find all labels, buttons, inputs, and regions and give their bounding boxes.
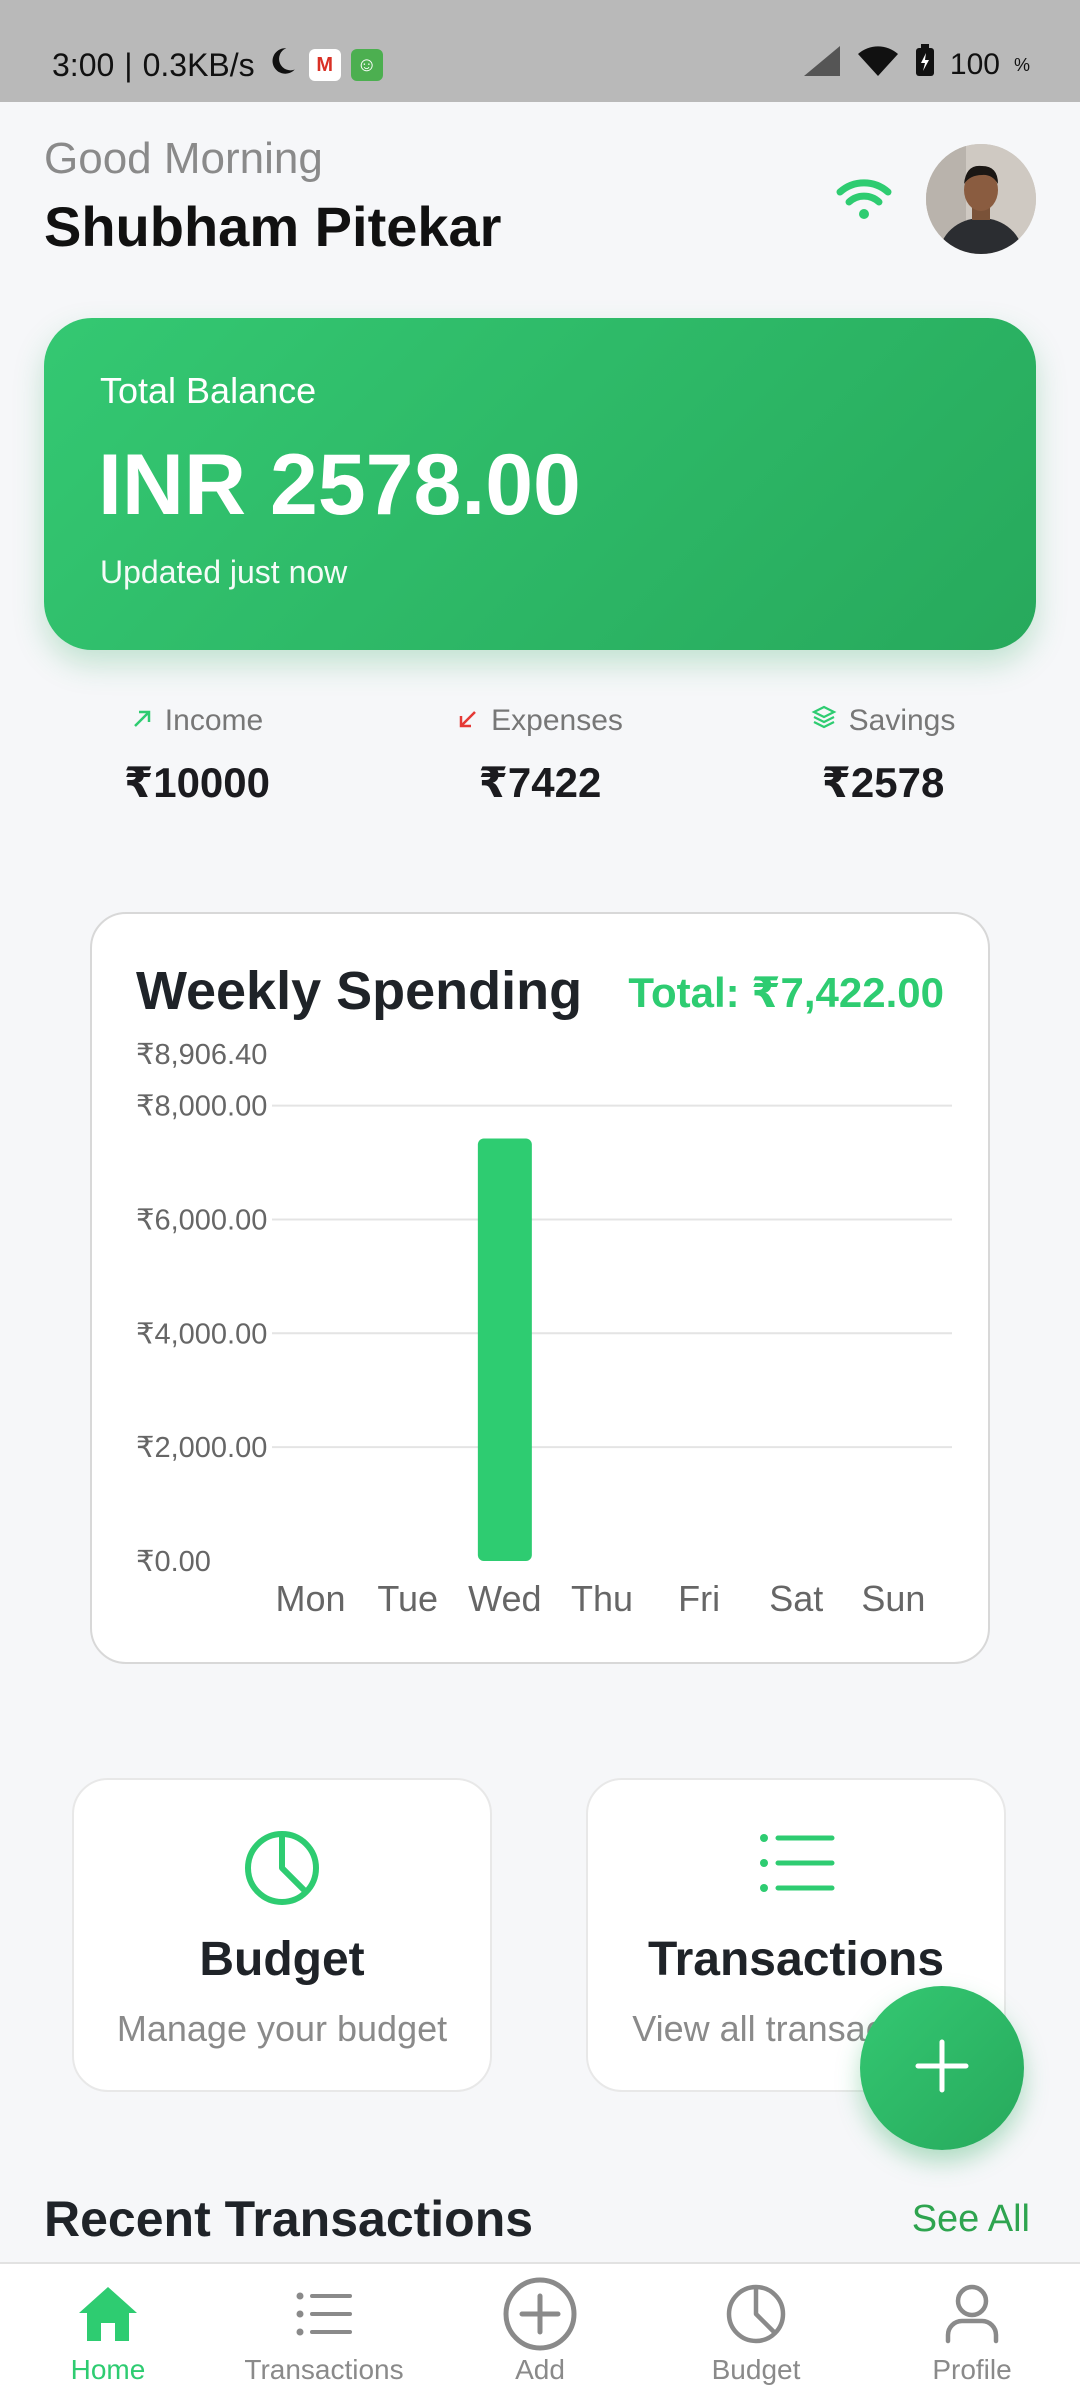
- battery-icon: [914, 44, 936, 86]
- income-stat: Income ₹10000: [32, 704, 362, 807]
- expenses-value: ₹7422: [478, 759, 602, 806]
- nav-add-label: Add: [515, 2354, 565, 2385]
- x-tick-label: Sat: [769, 1578, 823, 1619]
- savings-stat: Savings ₹2578: [718, 704, 1048, 807]
- x-tick-label: Wed: [468, 1578, 541, 1619]
- nav-profile[interactable]: Profile: [864, 2264, 1080, 2400]
- balance-updated: Updated just now: [100, 554, 348, 590]
- status-time: 3:00: [52, 46, 115, 83]
- x-tick-label: Tue: [377, 1578, 438, 1619]
- bottom-nav: Home Transactions Add Budget Profile: [0, 2262, 1080, 2400]
- gmail-icon: M: [308, 49, 341, 81]
- expenses-label: Expenses: [491, 704, 623, 737]
- wifi-icon[interactable]: [836, 176, 892, 225]
- x-tick-label: Mon: [276, 1578, 346, 1619]
- y-tick-label: ₹0.00: [136, 1546, 211, 1578]
- layers-icon: [811, 704, 837, 738]
- savings-value: ₹2578: [821, 759, 945, 806]
- add-fab-button[interactable]: [860, 1986, 1024, 2150]
- list-icon: [294, 2276, 354, 2352]
- y-tick-label: ₹4,000.00: [136, 1318, 267, 1350]
- nav-add[interactable]: Add: [432, 2264, 648, 2400]
- battery-level: 100: [949, 48, 1000, 81]
- budget-card-subtitle: Manage your budget: [116, 2008, 448, 2049]
- user-name: Shubham Pitekar: [44, 195, 502, 258]
- nav-budget[interactable]: Budget: [648, 2264, 864, 2400]
- weekly-spending-chart: ₹8,906.40 ₹8,000.00 ₹6,000.00 ₹4,000.00 ₹2,0…: [136, 1039, 952, 1619]
- status-left: 3:00 | 0.3KB/s M ☺: [52, 44, 383, 86]
- pie-chart-icon: [242, 1828, 322, 1913]
- pie-chart-icon: [725, 2276, 787, 2352]
- nav-home-label: Home: [70, 2354, 146, 2385]
- income-value: ₹10000: [123, 759, 270, 806]
- nav-profile-label: Profile: [932, 2354, 1012, 2385]
- greeting-text: Good Morning: [44, 134, 323, 183]
- weekly-spending-card: ₹8,906.40 ₹8,000.00 ₹6,000.00 ₹4,000.00 ₹2,0…: [90, 912, 990, 1664]
- arrow-up-right-icon: [131, 704, 153, 738]
- moon-icon: [265, 44, 299, 86]
- recent-transactions-title: Recent Transactions: [44, 2191, 534, 2247]
- nav-transactions-label: Transactions: [244, 2354, 404, 2385]
- home-icon: [75, 2276, 141, 2352]
- list-icon: [756, 1828, 836, 1903]
- bar-wed: [477, 1138, 532, 1561]
- chart-title: Weekly Spending: [136, 961, 583, 1021]
- savings-label: Savings: [848, 704, 956, 737]
- income-label: Income: [164, 704, 264, 737]
- wifi-status-icon: [856, 44, 900, 86]
- x-tick-label: Fri: [678, 1578, 720, 1619]
- y-tick-label: ₹8,000.00: [136, 1091, 267, 1123]
- expenses-stat: Expenses ₹7422: [375, 704, 705, 807]
- x-tick-label: Thu: [571, 1578, 633, 1619]
- y-tick-label: ₹2,000.00: [136, 1432, 267, 1464]
- plus-circle-icon: [502, 2276, 578, 2352]
- balance-amount: INR 2578.00: [98, 437, 581, 533]
- balance-card[interactable]: Total Balance INR 2578.00 Updated just n…: [44, 318, 1036, 650]
- nav-home[interactable]: Home: [0, 2264, 216, 2400]
- nav-budget-label: Budget: [711, 2354, 801, 2385]
- user-icon: [944, 2276, 1000, 2352]
- balance-label: Total Balance: [100, 370, 317, 411]
- y-tick-label: ₹8,906.40: [136, 1039, 267, 1071]
- budget-card-title: Budget: [199, 1933, 365, 1986]
- signal-icon: [802, 44, 842, 86]
- status-right: 100%: [802, 44, 1030, 86]
- nav-transactions[interactable]: Transactions: [216, 2264, 432, 2400]
- see-all-link[interactable]: See All: [912, 2198, 1030, 2241]
- chart-total: Total: ₹7,422.00: [628, 969, 944, 1016]
- app-notification-icon: ☺: [350, 49, 383, 81]
- transactions-card-title: Transactions: [647, 1933, 945, 1986]
- x-tick-label: Sun: [861, 1578, 925, 1619]
- avatar[interactable]: [926, 144, 1036, 254]
- y-tick-label: ₹6,000.00: [136, 1204, 267, 1236]
- arrow-down-left-icon: [457, 704, 479, 738]
- plus-icon: [912, 2036, 972, 2101]
- status-bar: 3:00 | 0.3KB/s M ☺ 100%: [0, 0, 1080, 102]
- budget-card[interactable]: Budget Manage your budget: [72, 1778, 492, 2092]
- status-speed: 0.3KB/s: [142, 46, 255, 83]
